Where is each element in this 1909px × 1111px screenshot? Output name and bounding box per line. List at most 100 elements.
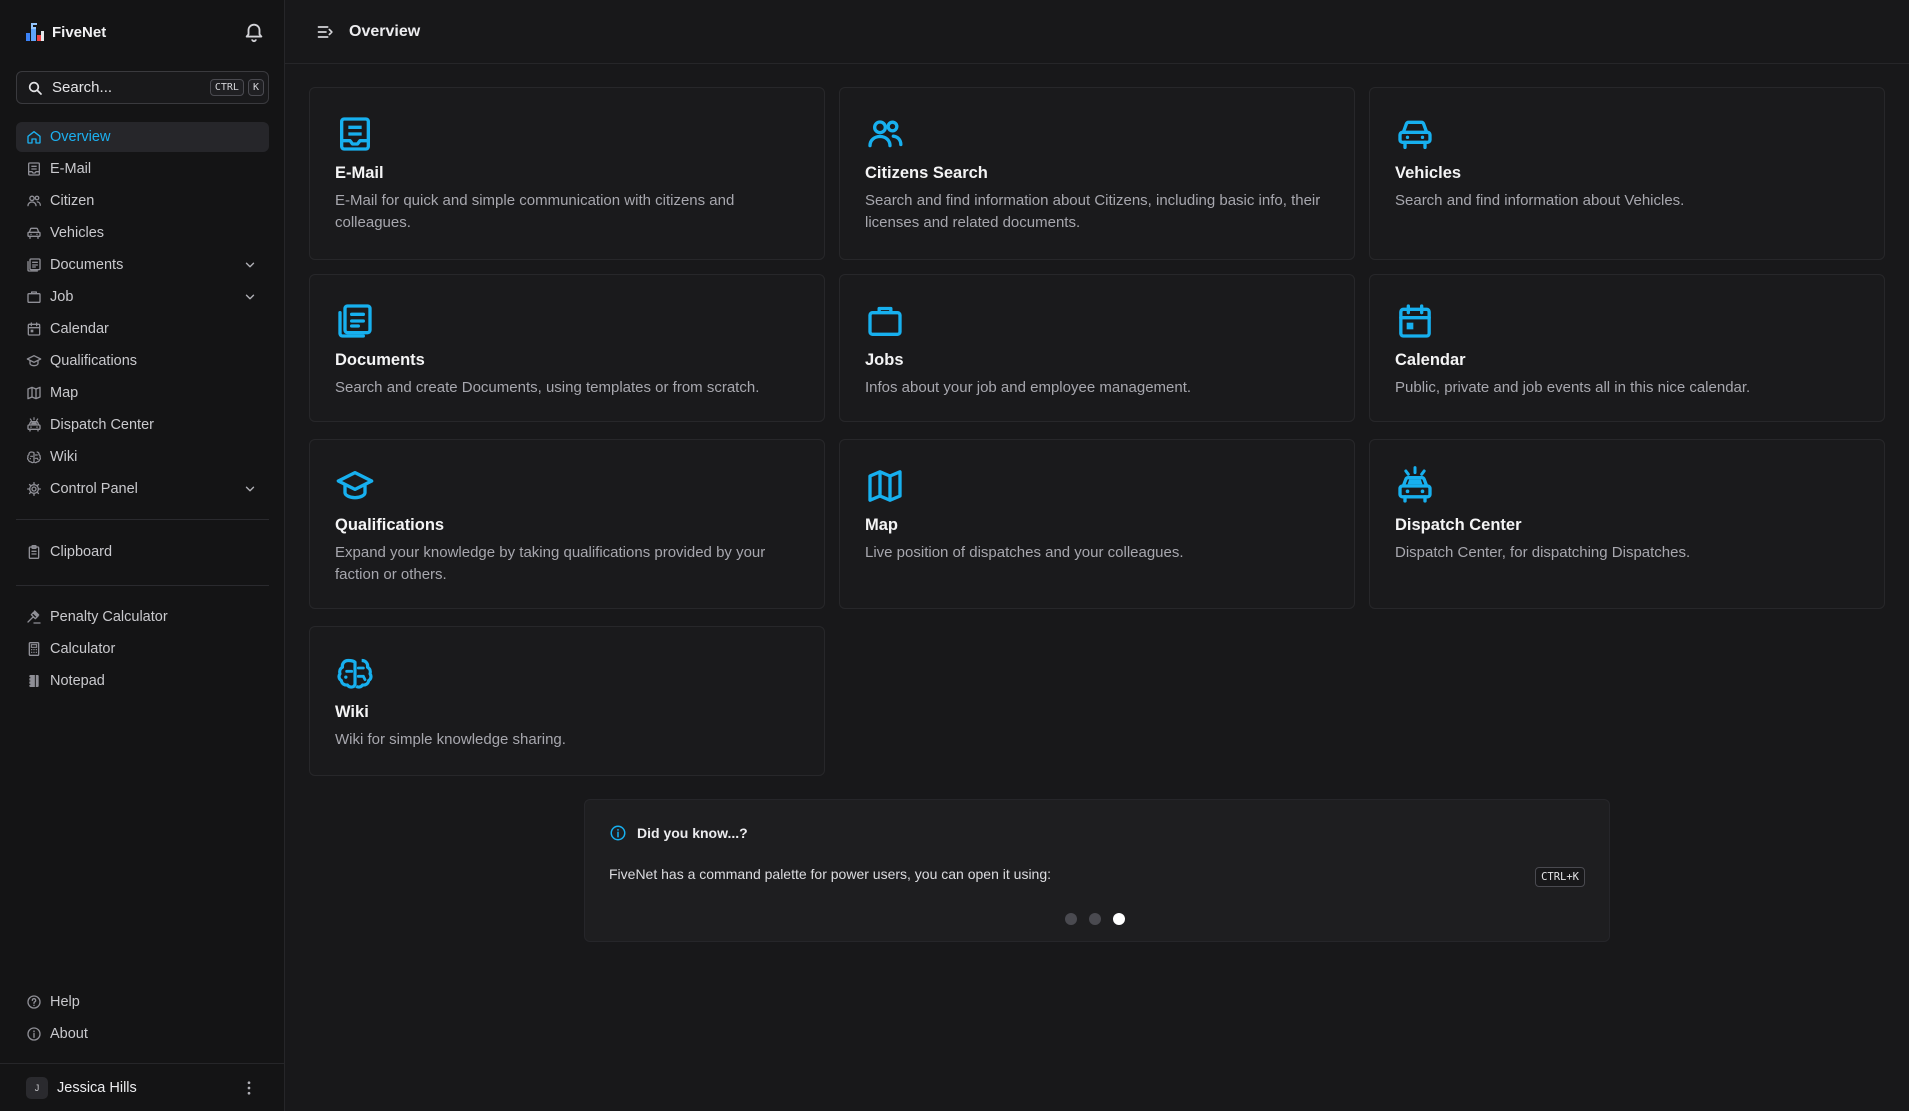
more-vertical-icon[interactable] (240, 1079, 258, 1097)
sidebar-item-notepad[interactable]: Notepad (16, 666, 269, 696)
sidebar-item-control-panel[interactable]: Control Panel (16, 474, 269, 504)
sidebar-toggle-icon[interactable] (316, 22, 336, 42)
sidebar-item-calculator[interactable]: Calculator (16, 634, 269, 664)
car-emergency-icon (26, 417, 42, 433)
sidebar-item-label: Help (50, 994, 80, 1010)
graduation-cap-icon (335, 466, 375, 506)
sidebar-item-penalty-calculator[interactable]: Penalty Calculator (16, 602, 269, 632)
briefcase-icon (865, 301, 905, 341)
users-icon (26, 193, 42, 209)
card-calendar[interactable]: Calendar Public, private and job events … (1369, 274, 1885, 422)
briefcase-icon (26, 289, 42, 305)
search-kbd-ctrl: CTRL (209, 79, 244, 96)
card-title: Citizens Search (865, 164, 988, 182)
tip-dot-1[interactable] (1065, 913, 1077, 925)
info-icon (26, 1026, 42, 1042)
card-title: Documents (335, 351, 425, 369)
chevron-down-icon[interactable] (243, 290, 257, 304)
calendar-icon (26, 321, 42, 337)
card-description: Search and find information about Citize… (865, 192, 1321, 231)
sidebar-item-vehicles[interactable]: Vehicles (16, 218, 269, 248)
calculator-icon (26, 641, 42, 657)
help-icon (26, 994, 42, 1010)
tip-text: FiveNet has a command palette for power … (609, 866, 1052, 882)
sidebar-item-label: Vehicles (50, 225, 105, 241)
sidebar-item-about[interactable]: About (16, 1019, 269, 1049)
sidebar-item-label: Qualifications (50, 353, 138, 369)
card-title: Dispatch Center (1395, 516, 1522, 534)
sidebar-item-label: Penalty Calculator (50, 609, 168, 625)
sidebar-item-label: Map (50, 385, 79, 401)
chevron-down-icon[interactable] (243, 482, 257, 496)
sidebar-item-job[interactable]: Job (16, 282, 269, 312)
sidebar-item-label: Wiki (50, 449, 78, 465)
card-title: Wiki (335, 703, 369, 721)
sidebar-item-label: E-Mail (50, 161, 92, 177)
card-description: Infos about your job and employee manage… (865, 379, 1192, 396)
search-placeholder: Search... (52, 79, 113, 96)
sidebar-divider (16, 519, 269, 520)
car-emergency-icon (1395, 466, 1435, 506)
map-icon (865, 466, 905, 506)
card-email[interactable]: E-Mail E-Mail for quick and simple commu… (309, 87, 825, 260)
brand[interactable]: FiveNet (24, 21, 106, 43)
clipboard-icon (26, 544, 42, 560)
sidebar-item-wiki[interactable]: Wiki (16, 442, 269, 472)
app-name: FiveNet (52, 23, 107, 41)
chevron-down-icon[interactable] (243, 258, 257, 272)
card-map[interactable]: Map Live position of dispatches and your… (839, 439, 1355, 609)
sidebar-nav: Overview E-Mail Citizen Vehicles Documen… (16, 122, 269, 506)
sidebar-item-label: Overview (50, 129, 111, 145)
home-icon (26, 129, 42, 145)
sidebar-tools-section: Penalty Calculator Calculator Notepad (16, 602, 269, 698)
page-title: Overview (349, 22, 421, 40)
card-title: E-Mail (335, 164, 384, 182)
card-wiki[interactable]: Wiki Wiki for simple knowledge sharing. (309, 626, 825, 776)
sidebar-bottom-section: Help About (16, 987, 269, 1051)
email-icon (26, 161, 42, 177)
sidebar-item-map[interactable]: Map (16, 378, 269, 408)
graduation-cap-icon (26, 353, 42, 369)
gavel-icon (26, 609, 42, 625)
card-jobs[interactable]: Jobs Infos about your job and employee m… (839, 274, 1355, 422)
sidebar-item-citizen[interactable]: Citizen (16, 186, 269, 216)
card-vehicles[interactable]: Vehicles Search and find information abo… (1369, 87, 1885, 260)
fivenet-logo-icon (26, 23, 44, 41)
search-input[interactable]: Search... CTRL K (16, 71, 269, 104)
sidebar-item-overview[interactable]: Overview (16, 122, 269, 152)
sidebar-item-label: About (50, 1026, 88, 1042)
tip-pagination (1065, 913, 1137, 925)
sidebar-clipboard-section: Clipboard (16, 537, 269, 569)
card-description: Live position of dispatches and your col… (865, 544, 1184, 561)
sidebar-item-clipboard[interactable]: Clipboard (16, 537, 269, 567)
sidebar-item-qualifications[interactable]: Qualifications (16, 346, 269, 376)
sidebar-item-label: Calculator (50, 641, 116, 657)
notifications-bell-icon[interactable] (243, 21, 265, 43)
did-you-know-panel: Did you know...? FiveNet has a command p… (584, 799, 1610, 942)
card-qualifications[interactable]: Qualifications Expand your knowledge by … (309, 439, 825, 609)
sidebar-item-email[interactable]: E-Mail (16, 154, 269, 184)
calendar-icon (1395, 301, 1435, 341)
user-profile[interactable]: J Jessica Hills (0, 1063, 285, 1111)
card-description: Dispatch Center, for dispatching Dispatc… (1395, 544, 1691, 561)
card-title: Qualifications (335, 516, 445, 534)
card-description: Search and create Documents, using templ… (335, 379, 760, 396)
info-icon (609, 824, 627, 842)
card-documents[interactable]: Documents Search and create Documents, u… (309, 274, 825, 422)
sidebar-item-label: Documents (50, 257, 124, 273)
tip-dot-3[interactable] (1113, 913, 1125, 925)
sidebar-item-calendar[interactable]: Calendar (16, 314, 269, 344)
map-icon (26, 385, 42, 401)
sidebar-item-help[interactable]: Help (16, 987, 269, 1017)
sidebar: FiveNet Search... CTRL K Overview E-Mail… (0, 0, 285, 1111)
sidebar-item-label: Calendar (50, 321, 109, 337)
tip-dot-2[interactable] (1089, 913, 1101, 925)
sidebar-item-dispatch-center[interactable]: Dispatch Center (16, 410, 269, 440)
card-dispatch-center[interactable]: Dispatch Center Dispatch Center, for dis… (1369, 439, 1885, 609)
tip-header: Did you know...? (609, 824, 748, 842)
sidebar-item-label: Clipboard (50, 544, 113, 560)
card-title: Vehicles (1395, 164, 1462, 182)
user-name: Jessica Hills (57, 1079, 137, 1096)
sidebar-item-documents[interactable]: Documents (16, 250, 269, 280)
card-citizens-search[interactable]: Citizens Search Search and find informat… (839, 87, 1355, 260)
